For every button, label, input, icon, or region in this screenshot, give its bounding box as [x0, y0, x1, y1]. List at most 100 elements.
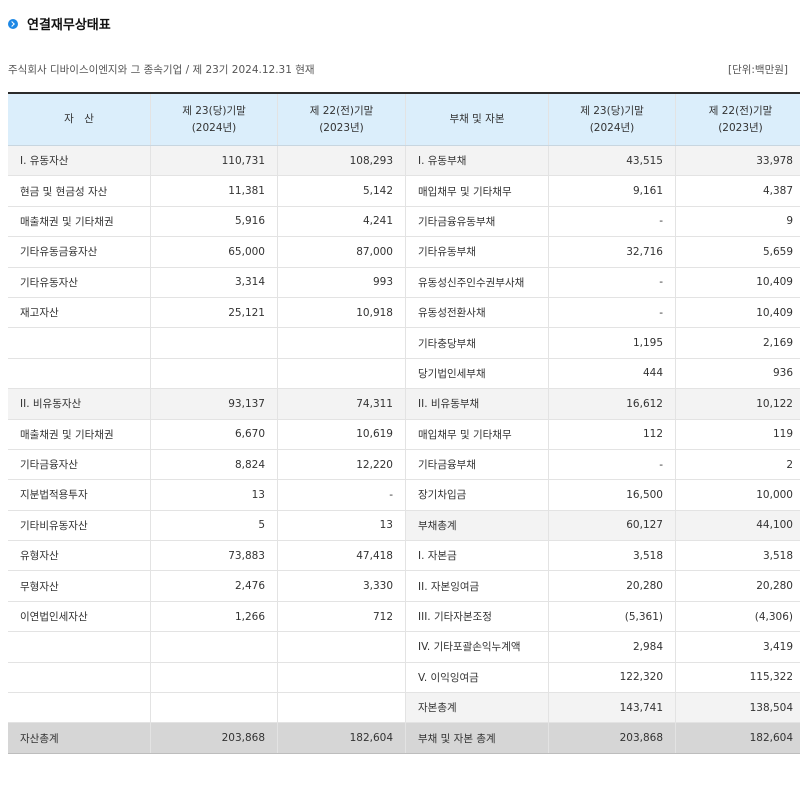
liability-current-value: 1,195 — [548, 327, 676, 359]
table-row: 지분법적용투자 13- 장기차입금 16,500 10,000 — [8, 479, 800, 511]
header-current-line2: (2024년) — [191, 121, 237, 134]
asset-label: I. 유동자산 — [8, 145, 151, 177]
asset-previous-value: 712 — [277, 601, 406, 633]
asset-current-value: 5,916 — [150, 206, 278, 238]
asset-previous-value — [277, 631, 406, 663]
asset-current-value: 65,000 — [150, 236, 278, 268]
asset-label: 기타금융자산 — [8, 449, 151, 481]
asset-previous-value: 4,241 — [277, 206, 406, 238]
asset-current-value — [150, 631, 278, 663]
asset-previous-value: 12,220 — [277, 449, 406, 481]
liability-previous-value: 119 — [675, 419, 800, 450]
asset-previous-value — [277, 662, 406, 694]
liability-label: 자본총계 — [405, 692, 549, 724]
liability-previous-value: 3,518 — [675, 540, 800, 572]
asset-current-value: 6,670 — [150, 419, 278, 450]
liability-previous-value: 115,322 — [675, 662, 800, 694]
asset-current-value: 93,137 — [150, 388, 278, 420]
asset-current-value: 11,381 — [150, 175, 278, 207]
total-assets-label: 자산총계 — [8, 722, 151, 754]
liability-previous-value: 10,409 — [675, 267, 800, 298]
liability-previous-value: 4,387 — [675, 175, 800, 207]
liability-current-value: - — [548, 206, 676, 238]
asset-current-value: 110,731 — [150, 145, 278, 177]
table-row: 자본총계 143,741 138,504 — [8, 692, 800, 724]
liability-label: 기타금융부채 — [405, 449, 549, 481]
unit-label: [단위:백만원] — [727, 64, 788, 76]
asset-label: 매출채권 및 기타채권 — [8, 206, 151, 238]
asset-label: 지분법적용투자 — [8, 479, 151, 511]
asset-label: 무형자산 — [8, 570, 151, 602]
liability-current-value: - — [548, 449, 676, 481]
table-row: 기타유동금융자산 65,000 87,000 기타유동부채 32,716 5,659 — [8, 236, 800, 268]
table-row: IV. 기타포괄손익누계액 2,984 3,419 — [8, 631, 800, 663]
liability-label: III. 기타자본조정 — [405, 601, 549, 633]
asset-label — [8, 662, 151, 694]
table-row: 이연법인세자산 1,266 712 III. 기타자본조정 (5,361) (4,306) — [8, 601, 800, 633]
liability-label: 매입채무 및 기타채무 — [405, 419, 549, 450]
liability-label: I. 유동부채 — [405, 145, 549, 177]
table-row: V. 이익잉여금 122,320 115,322 — [8, 662, 800, 694]
asset-previous-value — [277, 692, 406, 724]
liability-previous-value: 5,659 — [675, 236, 800, 268]
total-liab-equity-label: 부채 및 자본 총계 — [405, 722, 549, 754]
table-body: I. 유동자산 110,731 108,293 I. 유동부채 43,515 33,978… — [8, 145, 800, 754]
liability-current-value: 16,612 — [548, 388, 676, 420]
asset-previous-value: 993 — [277, 267, 406, 298]
liability-previous-value: 10,122 — [675, 388, 800, 420]
total-assets-current: 203,868 — [150, 722, 278, 754]
asset-previous-value — [277, 358, 406, 390]
asset-previous-value: 5,142 — [277, 175, 406, 207]
liability-current-value: - — [548, 267, 676, 298]
liability-label: II. 비유동부채 — [405, 388, 549, 420]
asset-previous-value: 87,000 — [277, 236, 406, 268]
header-current-line2: (2024년) — [589, 121, 635, 134]
asset-previous-value: 10,619 — [277, 419, 406, 450]
asset-previous-value: 10,918 — [277, 297, 406, 329]
liability-current-value: 444 — [548, 358, 676, 390]
liability-current-value: - — [548, 297, 676, 329]
asset-previous-value: - — [277, 479, 406, 511]
table-row: 기타금융자산 8,824 12,220 기타금융부채 -2 — [8, 449, 800, 481]
liability-label: 기타충당부채 — [405, 327, 549, 359]
liability-previous-value: 44,100 — [675, 510, 800, 542]
liability-label: 당기법인세부채 — [405, 358, 549, 390]
asset-label: 기타유동자산 — [8, 267, 151, 298]
liability-label: II. 자본잉여금 — [405, 570, 549, 602]
asset-current-value: 5 — [150, 510, 278, 542]
asset-current-value: 8,824 — [150, 449, 278, 481]
header-liabilities-equity: 부채 및 자본 — [405, 92, 549, 146]
liability-label: IV. 기타포괄손익누계액 — [405, 631, 549, 663]
asset-current-value: 3,314 — [150, 267, 278, 298]
asset-current-value — [150, 692, 278, 724]
liability-label: 장기차입금 — [405, 479, 549, 511]
liability-label: 부채총계 — [405, 510, 549, 542]
liability-previous-value: 2,169 — [675, 327, 800, 359]
liability-current-value: 3,518 — [548, 540, 676, 572]
asset-current-value: 1,266 — [150, 601, 278, 633]
liability-previous-value: 9 — [675, 206, 800, 238]
table-row: II. 비유동자산 93,137 74,311 II. 비유동부채 16,612 10,1… — [8, 388, 800, 420]
table-row: 기타비유동자산 5 13 부채총계 60,127 44,100 — [8, 510, 800, 542]
asset-label: 유형자산 — [8, 540, 151, 572]
liability-previous-value: (4,306) — [675, 601, 800, 633]
asset-label: 현금 및 현금성 자산 — [8, 175, 151, 207]
header-current-line1: 제 23(당)기말 — [182, 104, 246, 117]
liability-current-value: 16,500 — [548, 479, 676, 511]
liability-current-value: 43,515 — [548, 145, 676, 177]
total-liab-equity-previous: 182,604 — [675, 722, 800, 754]
asset-current-value — [150, 327, 278, 359]
table-row: 유형자산 73,883 47,418 I. 자본금 3,518 3,518 — [8, 540, 800, 572]
page-title: 연결재무상태표 — [27, 18, 111, 33]
asset-current-value — [150, 358, 278, 390]
asset-label — [8, 327, 151, 359]
liability-previous-value: 2 — [675, 449, 800, 481]
liability-previous-value: 3,419 — [675, 631, 800, 663]
asset-label: 재고자산 — [8, 297, 151, 329]
header-previous-period-2: 제 22(전)기말 (2023년) — [675, 92, 800, 146]
liability-previous-value: 138,504 — [675, 692, 800, 724]
asset-current-value: 73,883 — [150, 540, 278, 572]
header-assets: 자 산 — [8, 92, 151, 146]
table-row: 당기법인세부채 444 936 — [8, 358, 800, 390]
asset-previous-value: 13 — [277, 510, 406, 542]
